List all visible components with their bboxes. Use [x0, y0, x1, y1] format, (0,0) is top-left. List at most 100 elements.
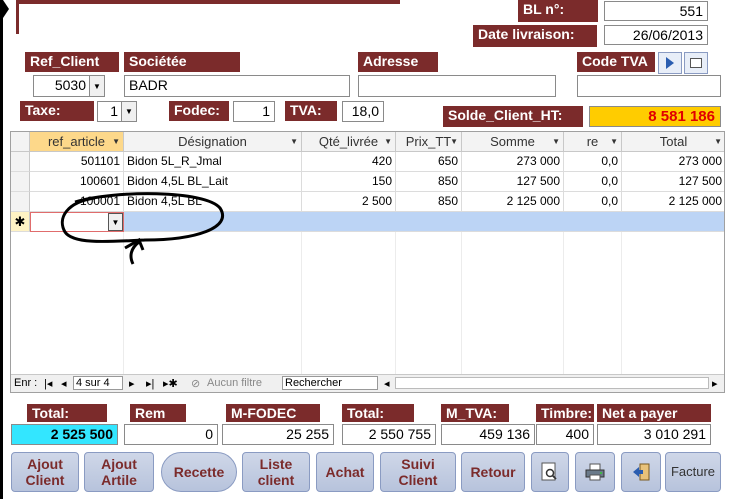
chevron-down-icon[interactable]: ▼: [450, 132, 458, 151]
societe-label: Sociétée: [124, 52, 240, 72]
column-header-somme[interactable]: Somme ▼: [462, 132, 564, 152]
m-tva-field[interactable]: 459 136: [441, 424, 535, 445]
fodec-label: Fodec:: [169, 101, 229, 121]
filter-status[interactable]: Aucun filtre: [207, 377, 262, 389]
code-tva-label: Code TVA: [577, 52, 655, 72]
net-a-payer-label: Net a payer: [597, 404, 711, 422]
bl-number-field[interactable]: 551: [604, 1, 708, 21]
form-icon-button[interactable]: [684, 52, 708, 74]
column-header-total[interactable]: Total ▼: [622, 132, 724, 152]
last-record-icon[interactable]: ▸|: [146, 377, 154, 390]
total-ttc-field[interactable]: 2 550 755: [342, 424, 436, 445]
print-preview-button[interactable]: [531, 452, 569, 492]
tva-label: TVA:: [285, 101, 337, 121]
liste-client-button[interactable]: Liste client: [242, 452, 310, 492]
ajout-client-button[interactable]: Ajout Client: [11, 452, 79, 492]
fodec-field[interactable]: 1: [233, 101, 275, 122]
cell-prix-tt[interactable]: 850: [396, 172, 462, 192]
play-right-icon: [666, 57, 674, 69]
print-button[interactable]: [575, 452, 615, 492]
new-record-icon: ✱: [14, 214, 26, 229]
ref-client-value: 5030: [54, 77, 86, 93]
chevron-down-icon[interactable]: ▼: [384, 132, 392, 151]
printer-icon: [585, 463, 605, 481]
enr-label: Enr :: [14, 377, 38, 389]
record-navigation-bar: Enr : |◂ ◂ 4 sur 4 ▸ ▸| ▸✱ ⊘ Aucun filtr…: [11, 374, 724, 392]
cell-qte-livree[interactable]: 150: [302, 172, 396, 192]
next-button[interactable]: [658, 52, 682, 74]
search-field[interactable]: Rechercher: [282, 376, 378, 390]
chevron-down-icon[interactable]: ▼: [121, 102, 136, 121]
chevron-down-icon[interactable]: ▼: [714, 132, 722, 151]
m-tva-label: M_TVA:: [441, 404, 509, 422]
cell-designation[interactable]: Bidon 5L_R_Jmal: [124, 152, 302, 172]
ref-client-combo[interactable]: 5030 ▼: [33, 75, 105, 97]
column-header-qte-livree[interactable]: Qté_livrée ▼: [302, 132, 396, 152]
achat-button[interactable]: Achat: [316, 452, 374, 492]
scroll-right-icon[interactable]: ▸: [712, 377, 718, 390]
code-tva-field[interactable]: [577, 75, 721, 97]
date-livraison-field[interactable]: 26/06/2013: [604, 25, 708, 45]
cell-somme[interactable]: 127 500: [462, 172, 564, 192]
column-header-designation[interactable]: Désignation ▼: [124, 132, 302, 152]
new-record-selector[interactable]: ✱: [11, 212, 30, 232]
facture-button[interactable]: Facture: [665, 452, 721, 492]
column-header-ref-article[interactable]: ref_article ▼: [30, 132, 124, 152]
total-ttc-label: Total:: [342, 404, 414, 422]
chevron-down-icon[interactable]: ▼: [552, 132, 560, 151]
first-record-icon[interactable]: |◂: [44, 377, 52, 390]
column-line: [395, 232, 396, 376]
row-selector[interactable]: [11, 152, 30, 172]
previous-record-icon[interactable]: ◂: [61, 377, 67, 390]
cell-re[interactable]: 0,0: [564, 152, 622, 172]
taxe-label: Taxe:: [20, 101, 94, 121]
cell-total[interactable]: 273 000: [622, 152, 724, 172]
filter-icon[interactable]: ⊘: [191, 377, 200, 390]
taxe-combo[interactable]: 1 ▼: [97, 101, 137, 122]
cell-re[interactable]: 0,0: [564, 172, 622, 192]
column-header-re[interactable]: re ▼: [564, 132, 622, 152]
timbre-field[interactable]: 400: [536, 424, 594, 445]
adresse-field[interactable]: [358, 75, 556, 97]
column-header-prix-tt[interactable]: Prix_TT ▼: [396, 132, 462, 152]
chevron-down-icon[interactable]: ▼: [89, 76, 104, 96]
taxe-value: 1: [110, 103, 118, 119]
cell-somme[interactable]: 273 000: [462, 152, 564, 172]
societe-field[interactable]: BADR: [124, 75, 350, 97]
close-form-button[interactable]: [621, 452, 661, 492]
rem-field[interactable]: 0: [124, 424, 218, 445]
cell-ref-article[interactable]: 501101: [30, 152, 124, 172]
cell-qte-livree[interactable]: 2 500: [302, 192, 396, 212]
horizontal-scrollbar[interactable]: [395, 377, 709, 389]
next-record-icon[interactable]: ▸: [129, 377, 135, 390]
total-value: 2 525 500: [11, 424, 118, 445]
net-a-payer-field[interactable]: 3 010 291: [597, 424, 711, 445]
chevron-down-icon[interactable]: ▼: [290, 132, 298, 151]
chevron-down-icon[interactable]: ▼: [112, 132, 120, 151]
grid-corner[interactable]: [11, 132, 30, 152]
cell-somme[interactable]: 2 125 000: [462, 192, 564, 212]
tva-field[interactable]: 18,0: [342, 101, 384, 122]
recette-button[interactable]: Recette: [161, 452, 237, 492]
cell-prix-tt[interactable]: 850: [396, 192, 462, 212]
adresse-label: Adresse: [358, 52, 438, 72]
ajout-article-button[interactable]: Ajout Artile: [84, 452, 154, 492]
chevron-down-icon[interactable]: ▼: [610, 132, 618, 151]
cell-re[interactable]: 0,0: [564, 192, 622, 212]
new-record-nav-icon[interactable]: ▸✱: [163, 377, 178, 390]
column-line: [301, 232, 302, 376]
suivi-client-button[interactable]: Suivi Client: [380, 452, 456, 492]
cell-total[interactable]: 127 500: [622, 172, 724, 192]
cell-prix-tt[interactable]: 650: [396, 152, 462, 172]
solde-client-value: 8 581 186: [589, 106, 721, 127]
m-fodec-label: M-FODEC: [226, 404, 320, 422]
solde-client-label: Solde_Client_HT:: [443, 106, 583, 127]
row-selector[interactable]: [11, 192, 30, 212]
cell-qte-livree[interactable]: 420: [302, 152, 396, 172]
cell-total[interactable]: 2 125 000: [622, 192, 724, 212]
scroll-left-icon[interactable]: ◂: [384, 377, 390, 390]
row-selector[interactable]: [11, 172, 30, 192]
m-fodec-field[interactable]: 25 255: [222, 424, 334, 445]
retour-button[interactable]: Retour: [461, 452, 525, 492]
record-position-field[interactable]: 4 sur 4: [73, 376, 123, 390]
